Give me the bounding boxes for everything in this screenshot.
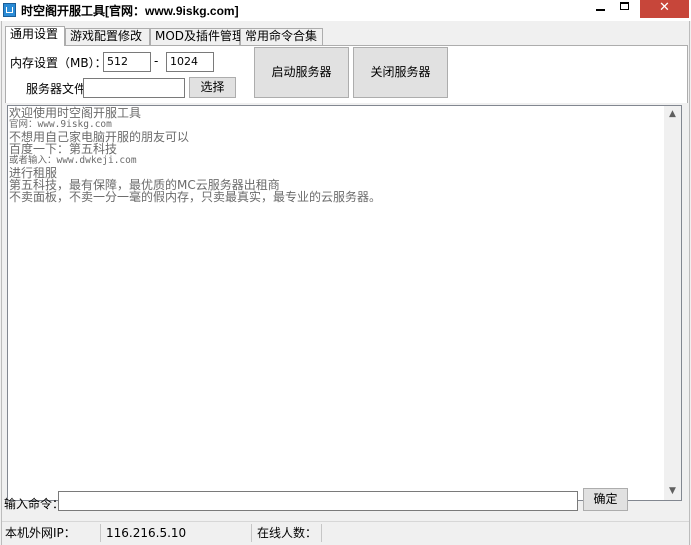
- console-scrollbar[interactable]: ▲ ▼: [664, 106, 681, 500]
- status-divider: [321, 524, 322, 542]
- title-bar[interactable]: 时空阁开服工具[官网：www.9iskg.com] ✕: [0, 0, 691, 21]
- memory-separator: -: [154, 54, 159, 68]
- tab-common-commands[interactable]: 常用命令合集: [240, 28, 323, 45]
- confirm-button[interactable]: 确定: [583, 488, 628, 511]
- status-divider: [100, 524, 101, 542]
- command-label: 输入命令：: [4, 497, 65, 511]
- client-area: 通用设置 游戏配置修改 MOD及插件管理 常用命令合集 内存设置（MB）： 51…: [1, 21, 690, 545]
- command-input[interactable]: [58, 491, 578, 511]
- stop-server-button[interactable]: 关闭服务器: [353, 47, 448, 98]
- console-output[interactable]: 欢迎使用时空阁开服工具 官网：www.9iskg.com 不想用自己家电脑开服的…: [7, 105, 682, 501]
- online-count-label: 在线人数：: [257, 526, 318, 540]
- console-line: 不卖面板，不卖一分一毫的假内存，只卖最真实，最专业的云服务器。: [9, 190, 382, 204]
- ip-value: 116.216.5.10: [106, 526, 187, 540]
- memory-max-input[interactable]: 1024: [166, 52, 214, 72]
- minimize-button[interactable]: [589, 0, 611, 18]
- general-settings-pane: 内存设置（MB）： 512 - 1024 服务器文件： 选择 启动服务器 关闭服…: [5, 45, 688, 103]
- status-bar: 本机外网IP： 116.216.5.10 在线人数：: [2, 521, 689, 543]
- console-lines: 欢迎使用时空阁开服工具 官网：www.9iskg.com 不想用自己家电脑开服的…: [9, 107, 664, 203]
- memory-min-input[interactable]: 512: [103, 52, 151, 72]
- console-line: 百度一下：第五科技: [9, 142, 118, 156]
- tab-mod-plugin[interactable]: MOD及插件管理: [150, 28, 244, 45]
- server-file-input[interactable]: [83, 78, 185, 98]
- scroll-down-icon[interactable]: ▼: [664, 483, 681, 500]
- tab-game-config[interactable]: 游戏配置修改: [65, 28, 150, 45]
- tab-general-settings[interactable]: 通用设置: [5, 26, 65, 46]
- scroll-up-icon[interactable]: ▲: [664, 106, 681, 123]
- choose-button[interactable]: 选择: [189, 77, 236, 98]
- window-title: 时空阁开服工具[官网：www.9iskg.com]: [21, 4, 239, 18]
- console-line: 或者输入：www.dwkeji.com: [9, 155, 137, 166]
- app-window: 时空阁开服工具[官网：www.9iskg.com] ✕ 通用设置 游戏配置修改 …: [0, 0, 691, 545]
- start-server-button[interactable]: 启动服务器: [254, 47, 349, 98]
- ip-label: 本机外网IP：: [5, 526, 76, 540]
- memory-label: 内存设置（MB）：: [10, 56, 107, 70]
- close-button[interactable]: ✕: [640, 0, 689, 18]
- console-line: 欢迎使用时空阁开服工具: [9, 106, 142, 120]
- app-icon: [3, 3, 16, 17]
- status-divider: [251, 524, 252, 542]
- maximize-button[interactable]: [613, 0, 637, 18]
